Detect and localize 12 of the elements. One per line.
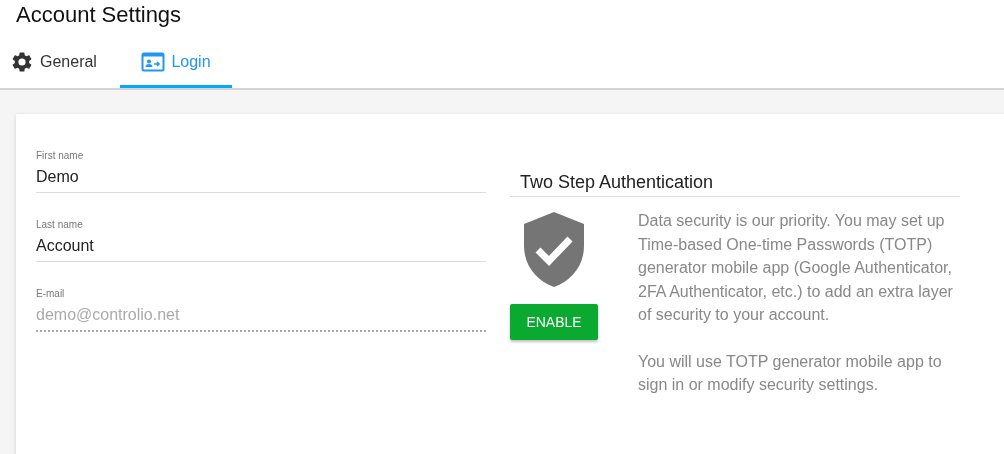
field-label: First name xyxy=(36,150,85,161)
gear-icon xyxy=(10,49,34,74)
section-title: Two Step Authentication xyxy=(510,172,960,197)
field-label: E-mail xyxy=(36,288,66,299)
description-text: Data security is our priority. You may set up Time-based One-time Passwords (TOTP) generator mobile app (Google Authenticator, 2FA Authenticator, etc.) to add an extra layer of security to your account. xyxy=(638,211,954,325)
page-title: Account Settings xyxy=(15,1,183,29)
shield-check-icon xyxy=(524,212,584,287)
input-field[interactable]: Demo xyxy=(36,165,486,193)
input-field[interactable]: Account xyxy=(36,234,486,262)
tab[interactable]: General xyxy=(0,38,120,88)
description-text: You will use TOTP generator mobile app to sign in or modify security settings. xyxy=(638,351,943,395)
field-label: Last name xyxy=(36,219,84,230)
